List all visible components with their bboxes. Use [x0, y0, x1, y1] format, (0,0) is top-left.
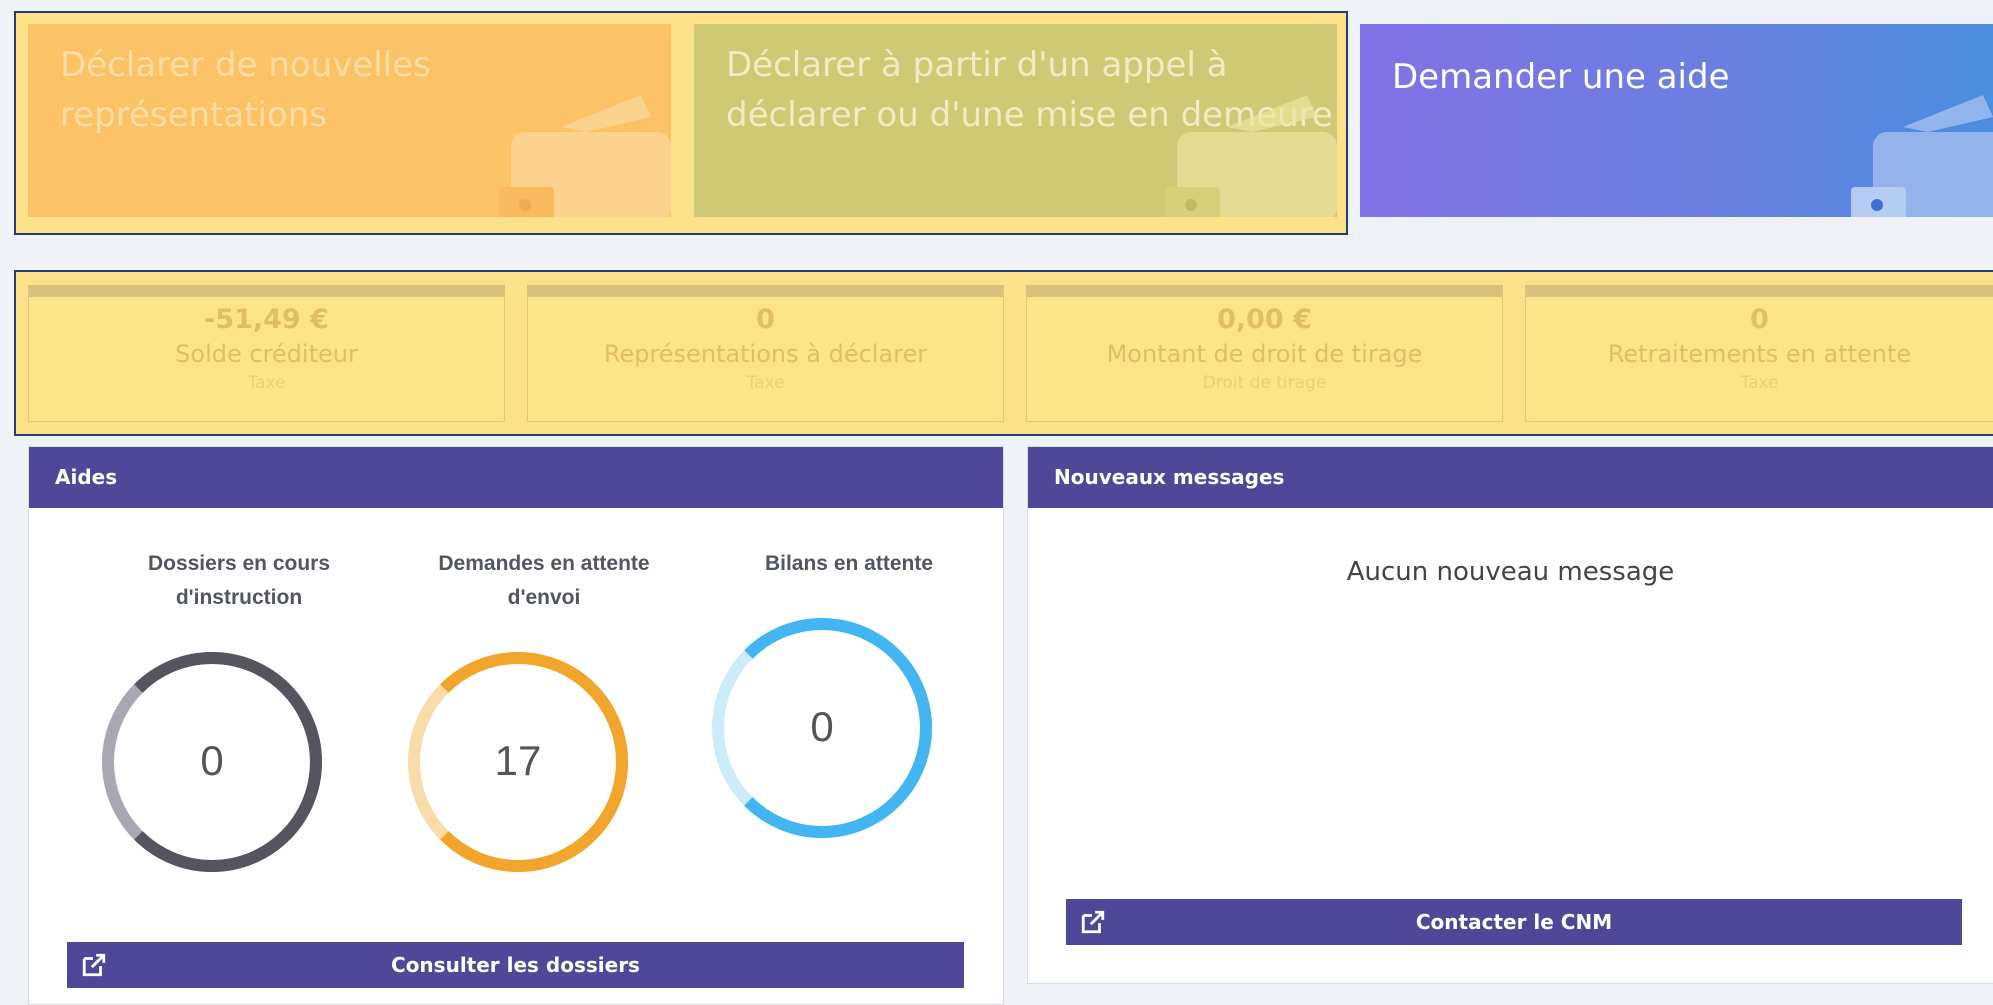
tile-title: Demander une aide [1392, 57, 1730, 97]
stat-category: Taxe [1740, 373, 1779, 393]
external-link-icon [82, 953, 106, 977]
contact-cnm-button[interactable]: Contacter le CNM [1066, 899, 1962, 945]
stat-value: 0 [756, 304, 775, 335]
stat-card-drawing-right: 0,00 € Montant de droit de tirage Droit … [1026, 285, 1503, 422]
tile-title: Déclarer de nouvelles représentations [60, 45, 431, 135]
request-aid-tile[interactable]: Demander une aide [1360, 24, 1993, 217]
stat-value: 0 [1750, 304, 1769, 335]
declare-from-call-tile[interactable]: Déclarer à partir d'un appel à déclarer o… [694, 24, 1337, 217]
gauge-label-bilans: Bilans en attente [764, 552, 934, 575]
panel-title: Nouveaux messages [1028, 447, 1993, 508]
stat-category: Droit de tirage [1202, 373, 1327, 393]
messages-panel: Nouveaux messages Aucun nouveau message … [1027, 446, 1993, 984]
consult-dossiers-button[interactable]: Consulter les dossiers [67, 942, 964, 988]
stat-card-representations: 0 Représentations à déclarer Taxe [527, 285, 1004, 422]
stat-category: Taxe [746, 373, 785, 393]
aides-panel: Aides Dossiers en cours d'instruction 0 D… [28, 446, 1004, 1005]
wallet-icon [1165, 95, 1337, 217]
stat-category: Taxe [247, 373, 286, 393]
stat-value: 0,00 € [1217, 304, 1312, 335]
wallet-icon [499, 95, 671, 217]
gauge-value: 17 [494, 737, 542, 784]
gauge-value: 0 [810, 703, 834, 750]
stat-label: Représentations à déclarer [603, 340, 928, 368]
stat-label: Montant de droit de tirage [1106, 340, 1423, 368]
declare-new-representations-tile[interactable]: Déclarer de nouvelles représentations [28, 24, 671, 217]
stat-card-balance: -51,49 € Solde créditeur Taxe [28, 285, 505, 422]
panel-title: Aides [29, 447, 1003, 508]
gauge-label-dossiers: Dossiers en cours d'instruction [147, 552, 331, 609]
stat-card-reprocessing: 0 Retraitements en attente Taxe [1525, 285, 1993, 422]
external-link-icon [1081, 910, 1105, 934]
button-label: Contacter le CNM [1415, 910, 1613, 934]
button-label: Consulter les dossiers [391, 953, 640, 977]
gauge-value: 0 [200, 737, 224, 784]
empty-messages-text: Aucun nouveau message [1346, 557, 1675, 587]
stat-label: Retraitements en attente [1607, 340, 1912, 368]
stat-label: Solde créditeur [175, 340, 358, 368]
wallet-icon [1851, 95, 1993, 217]
gauge-label-demandes: Demandes en attente d'envoi [438, 552, 650, 609]
stat-value: -51,49 € [204, 304, 329, 335]
